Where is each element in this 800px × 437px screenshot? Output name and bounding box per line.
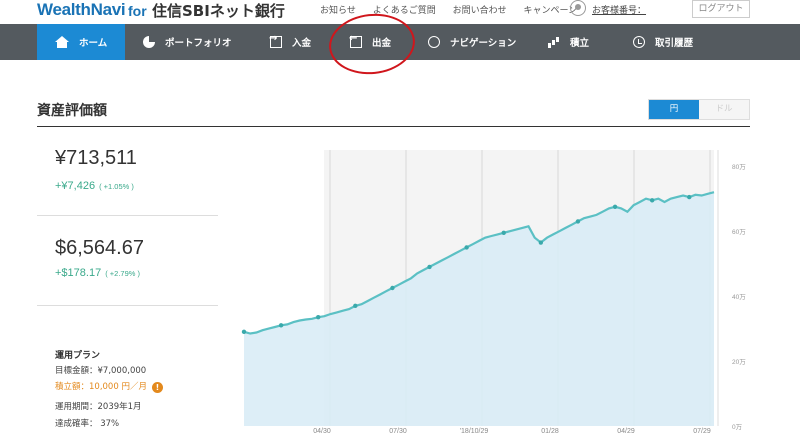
usd-diff-percent: ( +2.79% ) bbox=[105, 269, 140, 278]
usd-diff-value: +$178.17 bbox=[55, 267, 102, 279]
nav-savings-label: 積立 bbox=[570, 38, 590, 49]
data-point bbox=[464, 245, 469, 250]
data-point bbox=[427, 264, 432, 270]
bar-chart-icon bbox=[548, 36, 560, 48]
nav-home-label: ホーム bbox=[79, 38, 108, 49]
plan-monthly: 積立額：10,000 円／月! bbox=[55, 380, 163, 393]
title-divider bbox=[37, 126, 750, 127]
x-tick-label: 04/29 bbox=[617, 428, 635, 435]
data-point bbox=[241, 329, 247, 335]
y-tick-label: 40万 bbox=[732, 293, 746, 301]
nav-deposit[interactable]: 入金 bbox=[252, 24, 332, 60]
divider bbox=[37, 215, 218, 216]
x-tick-label: '18/10/29 bbox=[460, 428, 489, 435]
divider bbox=[37, 305, 218, 306]
nav-navigation[interactable]: ナビゲーション bbox=[410, 24, 530, 60]
wealthnavi-logo[interactable]: WealthNavi bbox=[37, 0, 126, 20]
yen-diff: +¥7,426( +1.05% ) bbox=[55, 180, 134, 192]
logout-button[interactable]: ログアウト bbox=[692, 0, 750, 18]
x-tick-label: 07/29 bbox=[693, 428, 711, 435]
y-tick-label: 20万 bbox=[732, 358, 746, 366]
plan-title: 運用プラン bbox=[55, 351, 101, 361]
nav-savings[interactable]: 積立 bbox=[530, 24, 610, 60]
plan-monthly-text: 積立額：10,000 円／月 bbox=[55, 382, 147, 392]
data-point bbox=[278, 323, 284, 328]
x-tick-label: 07/30 bbox=[389, 428, 407, 435]
plan-probability: 達成確率： 37% bbox=[55, 419, 120, 429]
nav-portfolio-label: ポートフォリオ bbox=[165, 38, 232, 49]
nav-navigation-label: ナビゲーション bbox=[450, 38, 517, 49]
usd-total-amount: $6,564.67 bbox=[55, 237, 144, 259]
bank-name-logo: 住信SBIネット銀行 bbox=[152, 2, 285, 20]
data-point bbox=[353, 303, 358, 309]
data-point bbox=[390, 285, 395, 291]
nav-home[interactable]: ホーム bbox=[37, 24, 125, 60]
plan-target: 目標金額：¥7,000,000 bbox=[55, 366, 147, 376]
history-icon bbox=[633, 36, 645, 48]
header-links: お知らせ よくあるご質問 お問い合わせ キャンペーン bbox=[320, 3, 591, 16]
deposit-icon bbox=[269, 33, 282, 48]
plan-period: 運用期間：2039年1月 bbox=[55, 402, 142, 412]
yen-diff-percent: ( +1.05% ) bbox=[99, 182, 134, 191]
nav-portfolio[interactable]: ポートフォリオ bbox=[125, 24, 247, 60]
compass-icon bbox=[428, 36, 440, 48]
data-point bbox=[687, 194, 692, 200]
pie-chart-icon bbox=[143, 36, 155, 48]
news-link[interactable]: お知らせ bbox=[320, 6, 356, 16]
usd-diff: +$178.17( +2.79% ) bbox=[55, 267, 140, 279]
data-point bbox=[612, 204, 618, 210]
data-point bbox=[538, 240, 544, 245]
nav-deposit-label: 入金 bbox=[292, 38, 312, 49]
yen-total-amount: ¥713,511 bbox=[55, 147, 137, 169]
x-tick-label: 04/30 bbox=[313, 428, 331, 435]
home-icon bbox=[55, 36, 69, 48]
yen-diff-value: +¥7,426 bbox=[55, 180, 96, 192]
y-tick-label: 0万 bbox=[732, 423, 743, 431]
page-title: 資産評価額 bbox=[37, 103, 107, 119]
data-point bbox=[575, 219, 581, 224]
contact-link[interactable]: お問い合わせ bbox=[453, 6, 507, 16]
data-point bbox=[649, 198, 655, 203]
asset-chart: 04/30 07/30 '18/10/29 01/28 04/29 07/29 0万 20万 4… bbox=[241, 150, 746, 435]
nav-history[interactable]: 取引履歴 bbox=[615, 24, 725, 60]
logo-for-text: for bbox=[128, 3, 147, 19]
nav-history-label: 取引履歴 bbox=[655, 38, 694, 49]
user-avatar-icon bbox=[570, 0, 586, 16]
dollar-toggle-button[interactable]: ドル bbox=[699, 100, 749, 119]
data-point bbox=[501, 230, 506, 235]
yen-toggle-button[interactable]: 円 bbox=[649, 100, 699, 119]
data-point bbox=[316, 315, 321, 320]
currency-toggle[interactable]: 円 ドル bbox=[648, 99, 750, 120]
customer-number-link[interactable]: お客様番号： bbox=[592, 3, 646, 16]
y-tick-label: 60万 bbox=[732, 228, 746, 236]
y-tick-label: 80万 bbox=[732, 163, 746, 171]
warning-icon[interactable]: ! bbox=[151, 382, 163, 393]
campaign-link[interactable]: キャンペーン bbox=[523, 6, 577, 16]
x-tick-label: 01/28 bbox=[541, 428, 559, 435]
